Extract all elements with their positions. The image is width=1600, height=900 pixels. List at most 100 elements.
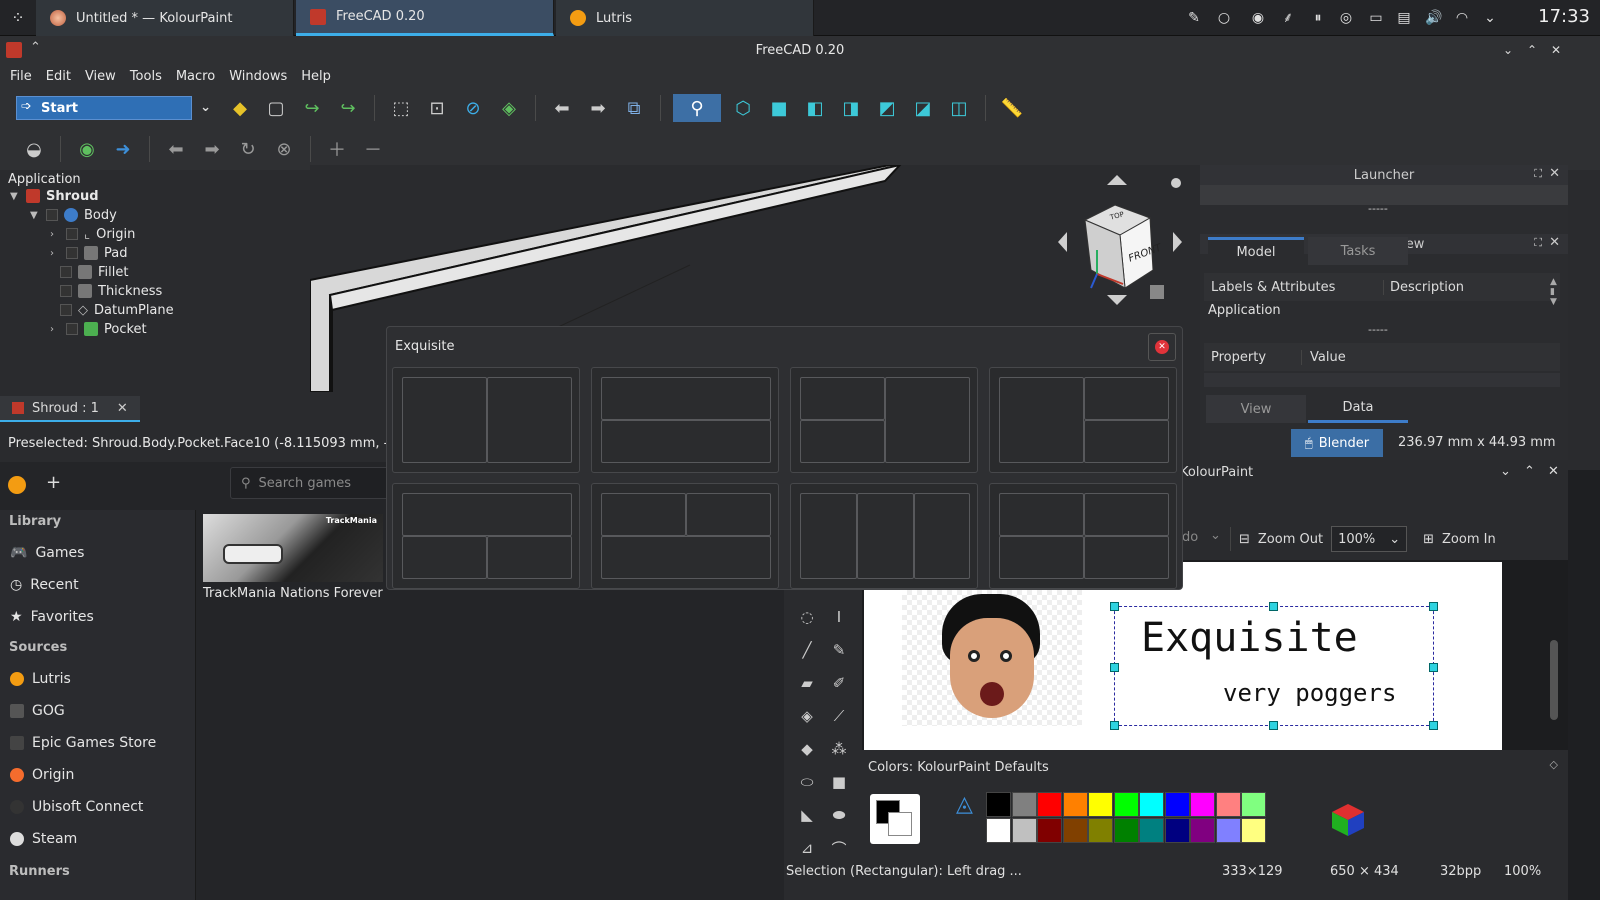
add-game-icon[interactable]: +	[46, 472, 61, 493]
menu-tools[interactable]: Tools	[130, 69, 162, 84]
search-input[interactable]: ⚲ Search games	[230, 467, 390, 499]
property-col[interactable]: Property	[1204, 349, 1302, 365]
resize-handle[interactable]	[1269, 602, 1278, 611]
color-eraser-icon[interactable]: ◆	[794, 736, 820, 762]
curve-icon[interactable]: ⌒	[826, 835, 852, 861]
new-file-icon[interactable]: ◆	[226, 94, 254, 122]
chevron-down-icon[interactable]: ▼	[10, 191, 20, 202]
resize-handle[interactable]	[1110, 602, 1119, 611]
save-icon[interactable]: ↪	[298, 94, 326, 122]
close-button[interactable]: ✕	[1148, 333, 1176, 361]
fit-selection-icon[interactable]: ⊡	[423, 94, 451, 122]
tree-item-datumplane[interactable]: ◇ DatumPlane	[60, 301, 174, 319]
layout-tile[interactable]	[591, 367, 779, 473]
app-launcher-icon[interactable]: ⁘	[8, 8, 28, 28]
visibility-checkbox[interactable]	[60, 285, 72, 297]
tree-item-origin[interactable]: › ⌞ Origin	[50, 225, 135, 243]
menu-edit[interactable]: Edit	[46, 69, 71, 84]
zoom-in-icon[interactable]: ⊞	[1423, 532, 1434, 547]
color-swatch[interactable]	[1139, 792, 1164, 817]
splitter-dashes[interactable]: -----	[1368, 323, 1388, 336]
isometric-view-icon[interactable]: ⬡	[729, 94, 757, 122]
resize-handle[interactable]	[1110, 721, 1119, 730]
sidebar-item-recent[interactable]: ◷ Recent	[10, 574, 79, 596]
visibility-checkbox[interactable]	[66, 247, 78, 259]
color-swatch[interactable]	[1241, 792, 1266, 817]
visibility-checkbox[interactable]	[46, 209, 58, 221]
chevron-right-icon[interactable]: ›	[50, 324, 60, 335]
visibility-checkbox[interactable]	[66, 228, 78, 240]
sidebar-item-ubisoft[interactable]: Ubisoft Connect	[10, 796, 143, 818]
rear-view-icon[interactable]: ◩	[873, 94, 901, 122]
color-swatch[interactable]	[1164, 792, 1190, 817]
zoom-icon[interactable]: ⚲	[673, 94, 721, 122]
tree-item-body[interactable]: ▼ Body	[30, 206, 117, 224]
color-swatch[interactable]	[1037, 792, 1062, 817]
zoom-out-button[interactable]: Zoom Out	[1258, 532, 1323, 547]
float-icon[interactable]: ⛶	[1534, 236, 1542, 250]
color-cube-icon[interactable]	[1328, 798, 1368, 838]
resize-handle[interactable]	[1429, 602, 1438, 611]
sidebar-item-epic[interactable]: Epic Games Store	[10, 732, 156, 754]
labels-attributes-col[interactable]: Labels & Attributes	[1204, 279, 1384, 295]
sidebar-item-lutris[interactable]: Lutris	[10, 668, 71, 690]
canvas[interactable]: Exquisite very poggers	[864, 562, 1502, 750]
wifi-icon[interactable]: ◠	[1452, 8, 1472, 28]
brush-icon[interactable]: ✐	[826, 670, 852, 696]
document-tab[interactable]: Shroud : 1 ✕	[0, 396, 140, 422]
eraser-icon[interactable]: ▰	[794, 670, 820, 696]
fill-bucket-icon[interactable]: ◈	[794, 703, 820, 729]
menu-windows[interactable]: Windows	[229, 69, 287, 84]
forward-icon[interactable]: ➡	[584, 94, 612, 122]
steam-icon[interactable]: ◎	[1336, 8, 1356, 28]
clipboard-icon[interactable]: ▤	[1394, 8, 1414, 28]
menu-macro[interactable]: Macro	[176, 69, 215, 84]
tab-tasks[interactable]: Tasks	[1308, 237, 1408, 265]
close-icon[interactable]: ✕	[1549, 235, 1560, 250]
spraycan-icon[interactable]: ⁂	[826, 736, 852, 762]
keep-above-icon[interactable]: ⌃	[30, 40, 41, 55]
resize-handle[interactable]	[1269, 721, 1278, 730]
left-view-icon[interactable]: ◫	[945, 94, 973, 122]
text-tool-icon[interactable]: Ⅰ	[826, 604, 852, 630]
minimize-button[interactable]: ⌄	[1500, 42, 1516, 58]
sidebar-item-steam[interactable]: Steam	[10, 828, 77, 850]
color-swatch[interactable]	[1088, 818, 1113, 843]
nav-style-button[interactable]: 🖱 Blender	[1291, 429, 1383, 457]
open-folder-icon[interactable]: ▢	[262, 94, 290, 122]
bounding-box-icon[interactable]: ◈	[495, 94, 523, 122]
menu-file[interactable]: File	[10, 69, 32, 84]
navigation-cube[interactable]: FRONT TOP	[1055, 170, 1185, 305]
resize-handle[interactable]	[1110, 663, 1119, 672]
task-kolourpaint[interactable]: Untitled * — KolourPaint	[36, 0, 294, 36]
feather-icon[interactable]: ⸙	[1278, 8, 1298, 28]
web-forward-icon[interactable]: ➡	[198, 135, 226, 163]
zoom-out-icon[interactable]: －	[359, 135, 387, 163]
zoom-in-icon[interactable]: ＋	[323, 135, 351, 163]
layout-tile[interactable]	[989, 367, 1177, 473]
color-swatch[interactable]	[986, 792, 1011, 817]
zoom-in-button[interactable]: Zoom In	[1442, 532, 1496, 547]
float-icon[interactable]: ◇	[1550, 758, 1558, 771]
workbench-select[interactable]: ➩ Start ⌄	[16, 96, 211, 120]
transparent-icon[interactable]: ◬	[956, 792, 973, 817]
visibility-checkbox[interactable]	[60, 304, 72, 316]
link-icon[interactable]: ⧉	[620, 94, 648, 122]
stop-icon[interactable]: ⊗	[270, 135, 298, 163]
front-view-icon[interactable]: ■	[765, 94, 793, 122]
color-picker-icon[interactable]: ⟋	[826, 703, 852, 729]
color-swatch[interactable]	[1190, 818, 1215, 843]
color-swatch[interactable]	[1215, 792, 1241, 817]
color-swatch[interactable]	[1011, 792, 1037, 817]
splitter-dashes[interactable]: -----	[1368, 202, 1388, 215]
tree-item-pad[interactable]: › Pad	[50, 244, 127, 262]
sidebar-item-games[interactable]: 🎮 Games	[10, 542, 84, 564]
color-swatch[interactable]	[1011, 818, 1037, 843]
color-swatch[interactable]	[1037, 818, 1062, 843]
close-button[interactable]: ✕	[1548, 42, 1564, 58]
description-col[interactable]: Description	[1384, 280, 1464, 295]
close-icon[interactable]: ✕	[117, 401, 128, 416]
tray-expand-icon[interactable]: ⌄	[1480, 8, 1500, 28]
tree-item-thickness[interactable]: Thickness	[60, 282, 162, 300]
color-box[interactable]	[870, 794, 920, 844]
